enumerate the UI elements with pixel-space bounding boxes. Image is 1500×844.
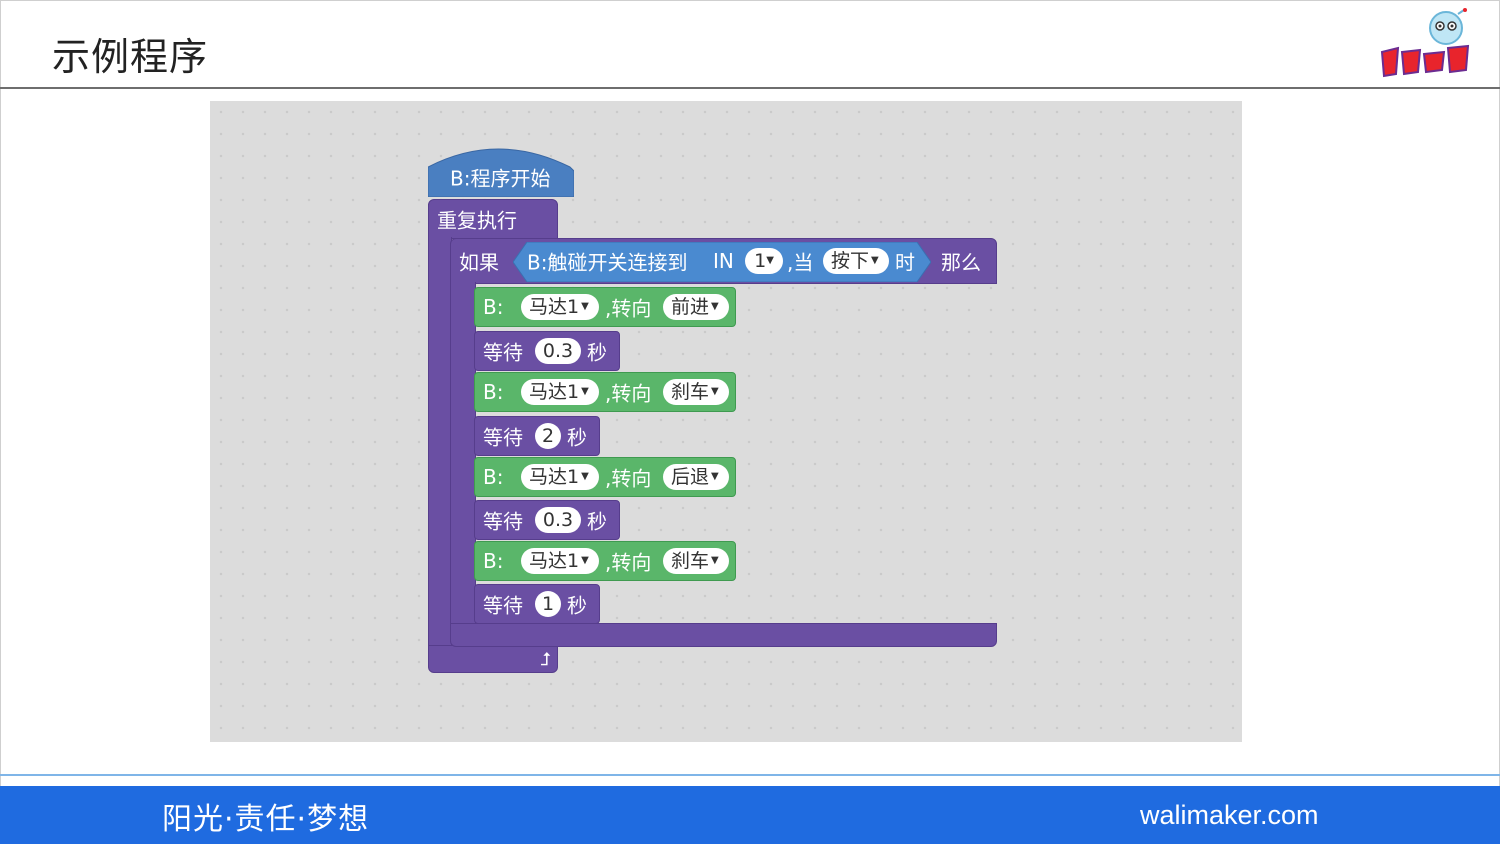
- chevron-down-icon: ▼: [711, 471, 719, 482]
- motor-dropdown-value: 马达1: [529, 550, 580, 572]
- footer-bar: 阳光·责任·梦想 walimaker.com: [0, 786, 1500, 844]
- wait-block-2[interactable]: 等待 2 秒: [474, 416, 600, 456]
- page-title: 示例程序: [52, 35, 209, 79]
- turn-label: ,转向: [605, 466, 652, 491]
- forever-label: 重复执行: [437, 208, 517, 233]
- motor-prefix: B:: [483, 549, 504, 573]
- wait-unit: 秒: [587, 509, 607, 534]
- motor-prefix: B:: [483, 465, 504, 489]
- wait-unit: 秒: [567, 593, 587, 618]
- time-label: 时: [895, 250, 915, 275]
- wait-block-4[interactable]: 等待 1 秒: [474, 584, 600, 624]
- motor-dropdown-value: 马达1: [529, 296, 580, 318]
- port-dropdown[interactable]: 1▼: [745, 248, 783, 274]
- motor-prefix: B:: [483, 295, 504, 319]
- touch-switch-condition-label: B:触碰开关连接到: [527, 250, 688, 275]
- when-label: ,当: [787, 250, 814, 275]
- chevron-down-icon: ▼: [711, 301, 719, 312]
- motor-block-2[interactable]: B: 马达1 ▼ ,转向 刹车 ▼: [474, 372, 736, 412]
- chevron-down-icon: ▼: [711, 555, 719, 566]
- chevron-down-icon: ▼: [581, 386, 589, 397]
- chevron-down-icon: ▼: [871, 255, 879, 266]
- walimaker-logo: [1376, 8, 1476, 84]
- forever-bottom[interactable]: ⮥: [428, 645, 558, 673]
- wait-unit: 秒: [587, 340, 607, 365]
- port-label: IN: [713, 249, 734, 273]
- turn-label: ,转向: [605, 381, 652, 406]
- state-dropdown-value: 按下: [831, 250, 870, 272]
- port-dropdown-value: 1: [754, 250, 767, 272]
- wait-seconds-input[interactable]: 1: [535, 591, 561, 617]
- turn-label: ,转向: [605, 550, 652, 575]
- robot-mascot-icon: [1380, 8, 1470, 78]
- wait-block-1[interactable]: 等待 0.3 秒: [474, 331, 620, 371]
- footer-slogan: 阳光·责任·梦想: [162, 802, 370, 837]
- motor-block-4[interactable]: B: 马达1 ▼ ,转向 刹车 ▼: [474, 541, 736, 581]
- wait-seconds-input[interactable]: 0.3: [535, 338, 581, 364]
- direction-dropdown[interactable]: 刹车 ▼: [663, 548, 729, 574]
- footer-divider: [0, 774, 1500, 776]
- if-label: 如果: [459, 250, 499, 275]
- chevron-down-icon: ▼: [581, 471, 589, 482]
- wait-seconds-input[interactable]: 0.3: [535, 507, 581, 533]
- wait-label: 等待: [483, 509, 523, 534]
- wait-label: 等待: [483, 340, 523, 365]
- direction-dropdown-value: 后退: [671, 466, 710, 488]
- direction-dropdown[interactable]: 后退 ▼: [663, 464, 729, 490]
- motor-dropdown[interactable]: 马达1 ▼: [521, 464, 599, 490]
- code-canvas[interactable]: B:程序开始 重复执行 ⮥ 如果 B:触碰开关连接到 IN 1▼ ,当 按下 ▼ …: [210, 101, 1242, 742]
- forever-block[interactable]: 重复执行: [428, 199, 558, 239]
- turn-label: ,转向: [605, 296, 652, 321]
- wait-label: 等待: [483, 425, 523, 450]
- wait-seconds-input[interactable]: 2: [535, 423, 561, 449]
- motor-dropdown[interactable]: 马达1 ▼: [521, 548, 599, 574]
- direction-dropdown-value: 刹车: [671, 550, 710, 572]
- direction-dropdown[interactable]: 刹车 ▼: [663, 379, 729, 405]
- chevron-down-icon: ▼: [766, 255, 774, 266]
- loop-arrow-icon: ⮥: [540, 649, 551, 670]
- if-block[interactable]: 如果 B:触碰开关连接到 IN 1▼ ,当 按下 ▼ 时 那么: [450, 238, 997, 284]
- wait-block-3[interactable]: 等待 0.3 秒: [474, 500, 620, 540]
- hat-block-program-start[interactable]: B:程序开始: [428, 157, 574, 197]
- direction-dropdown-value: 刹车: [671, 381, 710, 403]
- hat-block-label: B:程序开始: [450, 166, 551, 191]
- if-arm: [450, 282, 476, 624]
- motor-prefix: B:: [483, 380, 504, 404]
- motor-block-1[interactable]: B: 马达1 ▼ ,转向 前进 ▼: [474, 287, 736, 327]
- motor-dropdown-value: 马达1: [529, 381, 580, 403]
- forever-arm: [428, 237, 452, 647]
- title-divider: [0, 87, 1500, 89]
- motor-block-3[interactable]: B: 马达1 ▼ ,转向 后退 ▼: [474, 457, 736, 497]
- then-label: 那么: [941, 250, 981, 275]
- direction-dropdown-value: 前进: [671, 296, 710, 318]
- direction-dropdown[interactable]: 前进 ▼: [663, 294, 729, 320]
- if-bottom: [450, 623, 997, 647]
- chevron-down-icon: ▼: [581, 555, 589, 566]
- chevron-down-icon: ▼: [581, 301, 589, 312]
- state-dropdown[interactable]: 按下 ▼: [823, 248, 889, 274]
- motor-dropdown[interactable]: 马达1 ▼: [521, 294, 599, 320]
- footer-website: walimaker.com: [1140, 800, 1319, 830]
- wait-unit: 秒: [567, 425, 587, 450]
- wait-label: 等待: [483, 593, 523, 618]
- motor-dropdown-value: 马达1: [529, 466, 580, 488]
- chevron-down-icon: ▼: [711, 386, 719, 397]
- motor-dropdown[interactable]: 马达1 ▼: [521, 379, 599, 405]
